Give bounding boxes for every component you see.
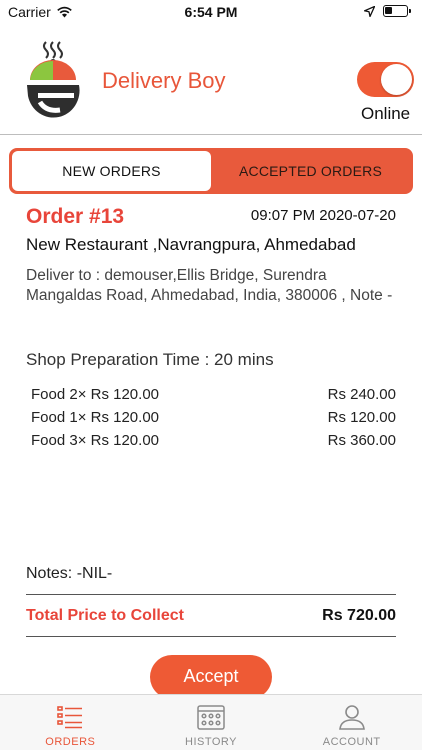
preparation-time: Shop Preparation Time : 20 mins — [26, 350, 274, 369]
accept-button[interactable]: Accept — [150, 655, 272, 699]
list-item: Food 3× Rs 120.00 Rs 360.00 — [31, 429, 396, 452]
battery-icon — [383, 5, 411, 17]
total-value: Rs 720.00 — [322, 607, 396, 624]
tab-accepted-orders[interactable]: ACCEPTED ORDERS — [211, 151, 410, 191]
total-label: Total Price to Collect — [26, 607, 184, 624]
delivery-address: Deliver to : demouser,Ellis Bridge, Sure… — [26, 267, 393, 304]
divider — [26, 594, 396, 595]
list-icon — [57, 706, 83, 729]
item-description: Food 3× Rs 120.00 — [31, 432, 160, 449]
restaurant-name: New Restaurant ,Navrangpura, Ahmedabad — [26, 235, 356, 254]
item-description: Food 1× Rs 120.00 — [31, 409, 160, 426]
order-items-list: Food 2× Rs 120.00 Rs 240.00 Food 1× Rs 1… — [31, 383, 396, 452]
toggle-knob[interactable] — [381, 64, 412, 95]
location-arrow-icon — [364, 5, 375, 17]
calendar-icon — [197, 705, 225, 730]
orders-segment-control: NEW ORDERS ACCEPTED ORDERS — [9, 148, 413, 194]
divider — [26, 636, 396, 637]
list-item: Food 2× Rs 120.00 Rs 240.00 — [31, 383, 396, 406]
status-right — [364, 5, 411, 17]
status-bar: Carrier 6:54 PM — [0, 0, 422, 24]
item-price: Rs 360.00 — [327, 432, 396, 449]
tabbar-label-history: HISTORY — [185, 736, 237, 748]
tabbar-item-orders[interactable]: ORDERS — [0, 695, 141, 750]
list-item: Food 1× Rs 120.00 Rs 120.00 — [31, 406, 396, 429]
tabbar-label-account: ACCOUNT — [322, 736, 381, 748]
order-datetime: 09:07 PM 2020-07-20 — [250, 207, 396, 224]
app-header: Delivery Boy Online — [0, 24, 422, 135]
item-price: Rs 120.00 — [327, 409, 396, 426]
online-toggle[interactable] — [357, 62, 414, 97]
tabbar-item-account[interactable]: ACCOUNT — [281, 695, 422, 750]
order-title: Order #13 — [26, 205, 125, 228]
status-time: 6:54 PM — [184, 4, 238, 20]
item-price: Rs 240.00 — [327, 386, 396, 403]
bottom-tab-bar: ORDERS HISTORY ACCOUNT — [0, 694, 422, 750]
order-notes: Notes: -NIL- — [26, 565, 113, 582]
tabbar-item-history[interactable]: HISTORY — [141, 695, 282, 750]
delivery-logo-icon — [27, 41, 80, 118]
tabbar-label-orders: ORDERS — [45, 736, 96, 748]
app-title: Delivery Boy — [102, 68, 226, 93]
item-description: Food 2× Rs 120.00 — [31, 386, 160, 403]
user-icon — [338, 705, 365, 730]
online-label: Online — [361, 104, 411, 123]
tab-new-orders[interactable]: NEW ORDERS — [12, 151, 211, 191]
